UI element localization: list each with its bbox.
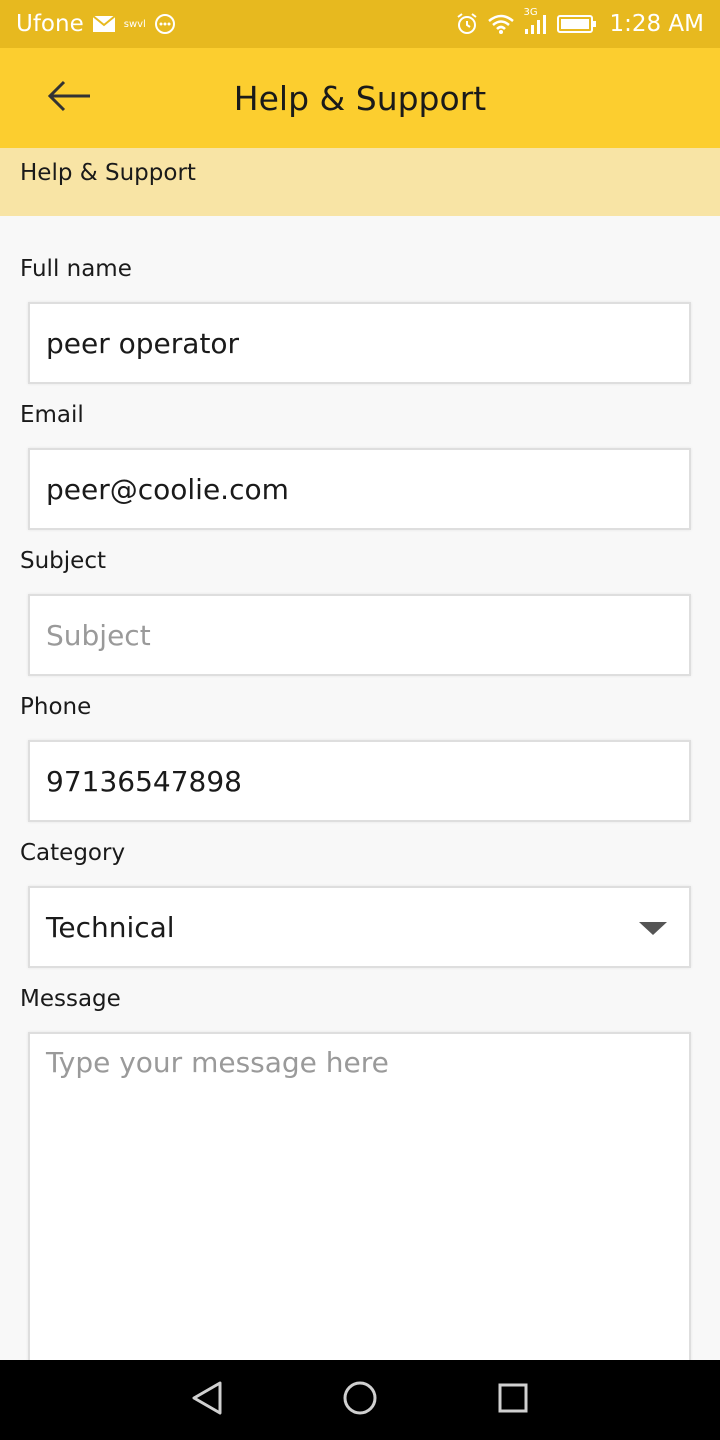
support-form: Full name peer operator Email peer@cooli… xyxy=(0,216,720,1360)
full-name-field[interactable]: peer operator xyxy=(28,302,691,384)
status-bar: Ufone swvl 3G 1:28 AM xyxy=(0,0,720,48)
subject-field[interactable]: Subject xyxy=(28,594,691,676)
status-time: 1:28 AM xyxy=(609,11,704,37)
carrier-name: Ufone xyxy=(16,11,84,37)
phone-field[interactable]: 97136547898 xyxy=(28,740,691,822)
battery-icon xyxy=(557,14,597,34)
swvl-label: swvl xyxy=(123,18,146,30)
category-select[interactable]: Technical xyxy=(28,886,691,968)
page-title: Help & Support xyxy=(233,78,487,118)
message-placeholder: Type your message here xyxy=(46,1046,389,1079)
back-triangle-icon xyxy=(190,1380,224,1420)
full-name-value: peer operator xyxy=(46,326,240,360)
home-circle-icon xyxy=(342,1380,378,1420)
category-value: Technical xyxy=(46,910,175,944)
mail-icon xyxy=(92,15,116,33)
category-label: Category xyxy=(20,840,126,866)
phone-label: Phone xyxy=(20,694,92,720)
system-nav-bar xyxy=(0,1360,720,1440)
app-bar: Help & Support xyxy=(0,48,720,148)
nav-back-button[interactable] xyxy=(177,1370,237,1430)
nav-recents-button[interactable] xyxy=(483,1370,543,1430)
subject-label: Subject xyxy=(20,548,106,574)
full-name-label: Full name xyxy=(20,256,132,282)
message-icon xyxy=(154,13,176,35)
signal-icon: 3G xyxy=(523,7,549,35)
alarm-icon xyxy=(455,12,479,36)
arrow-left-icon xyxy=(46,79,94,117)
chevron-down-icon xyxy=(639,922,667,935)
section-header: Help & Support xyxy=(0,148,720,216)
status-left: Ufone swvl xyxy=(16,11,176,37)
back-button[interactable] xyxy=(40,74,100,122)
phone-value: 97136547898 xyxy=(46,764,242,798)
network-type-label: 3G xyxy=(523,7,538,18)
section-title: Help & Support xyxy=(20,160,196,186)
subject-placeholder: Subject xyxy=(46,618,151,652)
email-label: Email xyxy=(20,402,84,428)
recents-square-icon xyxy=(497,1382,529,1418)
email-value: peer@coolie.com xyxy=(46,472,289,506)
wifi-icon xyxy=(487,13,515,35)
status-right: 3G 1:28 AM xyxy=(455,7,704,37)
nav-home-button[interactable] xyxy=(330,1370,390,1430)
email-field[interactable]: peer@coolie.com xyxy=(28,448,691,530)
message-field[interactable]: Type your message here xyxy=(28,1032,691,1360)
message-label: Message xyxy=(20,986,121,1012)
